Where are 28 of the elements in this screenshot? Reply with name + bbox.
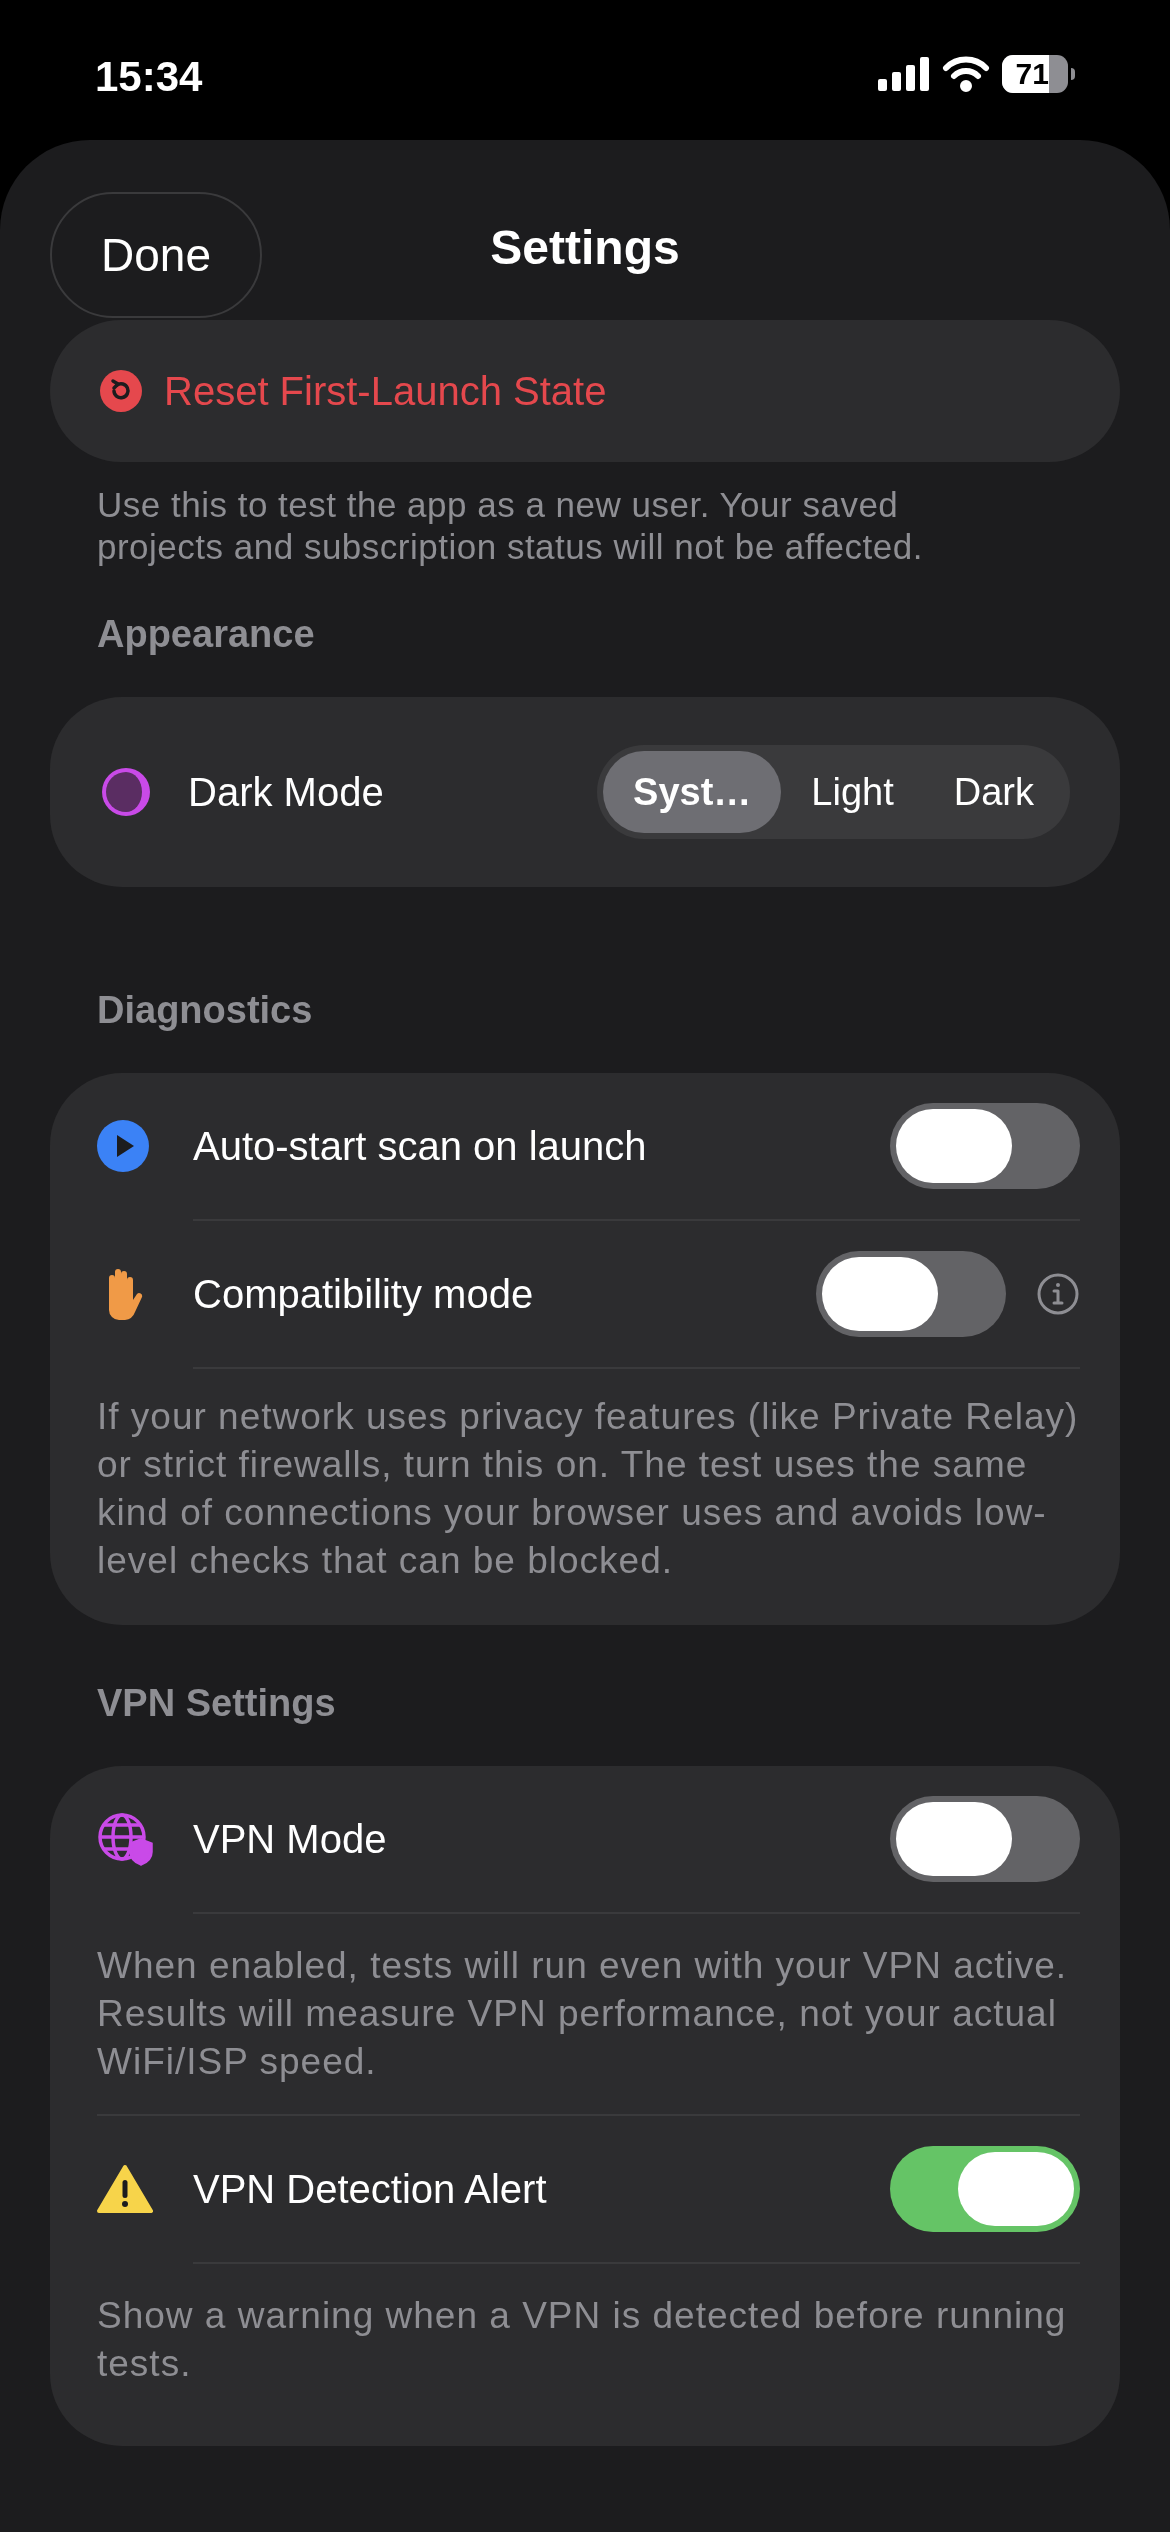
section-header: Appearance <box>96 612 316 657</box>
play-icon <box>97 1120 149 1172</box>
section-header: VPN Settings <box>96 1681 337 1726</box>
row-note: Show a warning when a VPN is detected before running tests. <box>97 2294 1068 2386</box>
globe-shield-icon <box>97 1812 155 1866</box>
reset-footer: Use this to test the app as a new user. Your saved projects and subscription status will not be affected. <box>0 462 1170 568</box>
half-moon-icon <box>100 766 152 818</box>
row-note: When enabled, tests will run even with your VPN active. Results will measure VPN performance, not your actual WiFi/ISP speed. <box>97 1944 1069 2084</box>
row-label: VPN Mode <box>193 1816 388 1863</box>
wifi-icon <box>942 56 990 92</box>
signal-icon <box>878 57 930 91</box>
info-icon[interactable] <box>1036 1272 1080 1316</box>
row-label: Dark Mode <box>188 769 385 816</box>
segment-option[interactable]: Dark <box>923 751 1064 833</box>
diagnostics-footer: If your network uses privacy features (like Private Relay) or strict firewalls, turn this on. The test uses the same kind of connections your browser uses and avoids low-level checks that can be blocked. <box>97 1369 1080 1585</box>
sheet-title: Settings <box>490 220 680 276</box>
section-header: Diagnostics <box>96 988 314 1033</box>
row-label: Compatibility mode <box>193 1271 535 1318</box>
done-button[interactable]: Done <box>50 192 262 318</box>
battery-level: 71 <box>1015 59 1049 89</box>
row-label: Auto-start scan on launch <box>193 1123 648 1170</box>
segment-option[interactable]: Syst… <box>603 751 782 833</box>
status-time: 15:34 <box>95 52 203 102</box>
segment-option[interactable]: Light <box>781 751 924 833</box>
row-label: VPN Detection Alert <box>193 2166 548 2213</box>
reset-icon <box>100 370 142 412</box>
reset-button[interactable]: Reset First-Launch State <box>50 320 1120 462</box>
warning-icon <box>97 2164 153 2214</box>
